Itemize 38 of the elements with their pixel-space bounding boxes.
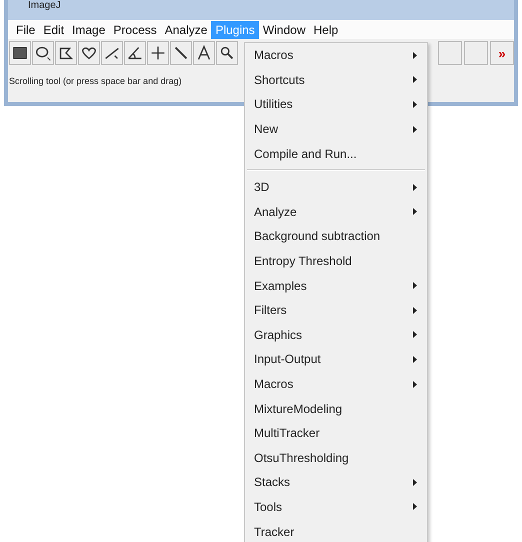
menu-item[interactable]: Examples: [254, 276, 307, 295]
menu-item[interactable]: Input-Output: [254, 350, 321, 368]
more-tools-button[interactable]: »: [490, 41, 514, 65]
tool-button[interactable]: [147, 41, 169, 65]
menu-bar-item[interactable]: File: [12, 20, 40, 38]
window-title: ImageJ: [28, 1, 61, 11]
tool-button[interactable]: [32, 41, 54, 65]
menu-item[interactable]: New: [254, 120, 278, 138]
menu-bar-item[interactable]: Help: [310, 20, 342, 38]
tool-button[interactable]: [55, 41, 77, 65]
menu-bar-item[interactable]: Window: [258, 20, 310, 38]
menu-bar-item[interactable]: Analyze: [160, 20, 212, 38]
menu-bar-item[interactable]: Edit: [39, 20, 68, 38]
menu-item[interactable]: OtsuThresholding: [254, 448, 349, 467]
menu-item[interactable]: Stacks: [254, 473, 290, 492]
menu-item[interactable]: Tracker: [254, 522, 294, 541]
menu-item[interactable]: Graphics: [254, 326, 302, 344]
tool-button[interactable]: [193, 41, 215, 65]
menu-item[interactable]: Analyze: [254, 202, 297, 221]
tool-button[interactable]: [124, 41, 146, 65]
status-text: Scrolling tool (or press space bar and drag): [9, 75, 182, 88]
tool-button[interactable]: [101, 41, 123, 65]
menu-item[interactable]: Macros: [254, 46, 294, 64]
menu-item[interactable]: Utilities: [254, 95, 293, 114]
menu-item[interactable]: Compile and Run...: [254, 144, 357, 163]
menu-item[interactable]: MixtureModeling: [254, 400, 342, 418]
menu-item[interactable]: Background subtraction: [254, 227, 380, 246]
menu-item[interactable]: Entropy Threshold: [254, 252, 352, 270]
tool-button[interactable]: [216, 41, 238, 65]
tool-button[interactable]: [9, 41, 31, 65]
menu-bar-item[interactable]: Image: [68, 20, 110, 38]
menu-item[interactable]: Macros: [254, 375, 294, 394]
menu-item[interactable]: Filters: [254, 301, 287, 320]
menu-bar-item[interactable]: Process: [109, 20, 161, 38]
menu-item[interactable]: Shortcuts: [254, 70, 305, 89]
menu-item[interactable]: MultiTracker: [254, 424, 320, 442]
menu-item[interactable]: Tools: [254, 498, 282, 516]
menu-item[interactable]: 3D: [254, 178, 270, 196]
